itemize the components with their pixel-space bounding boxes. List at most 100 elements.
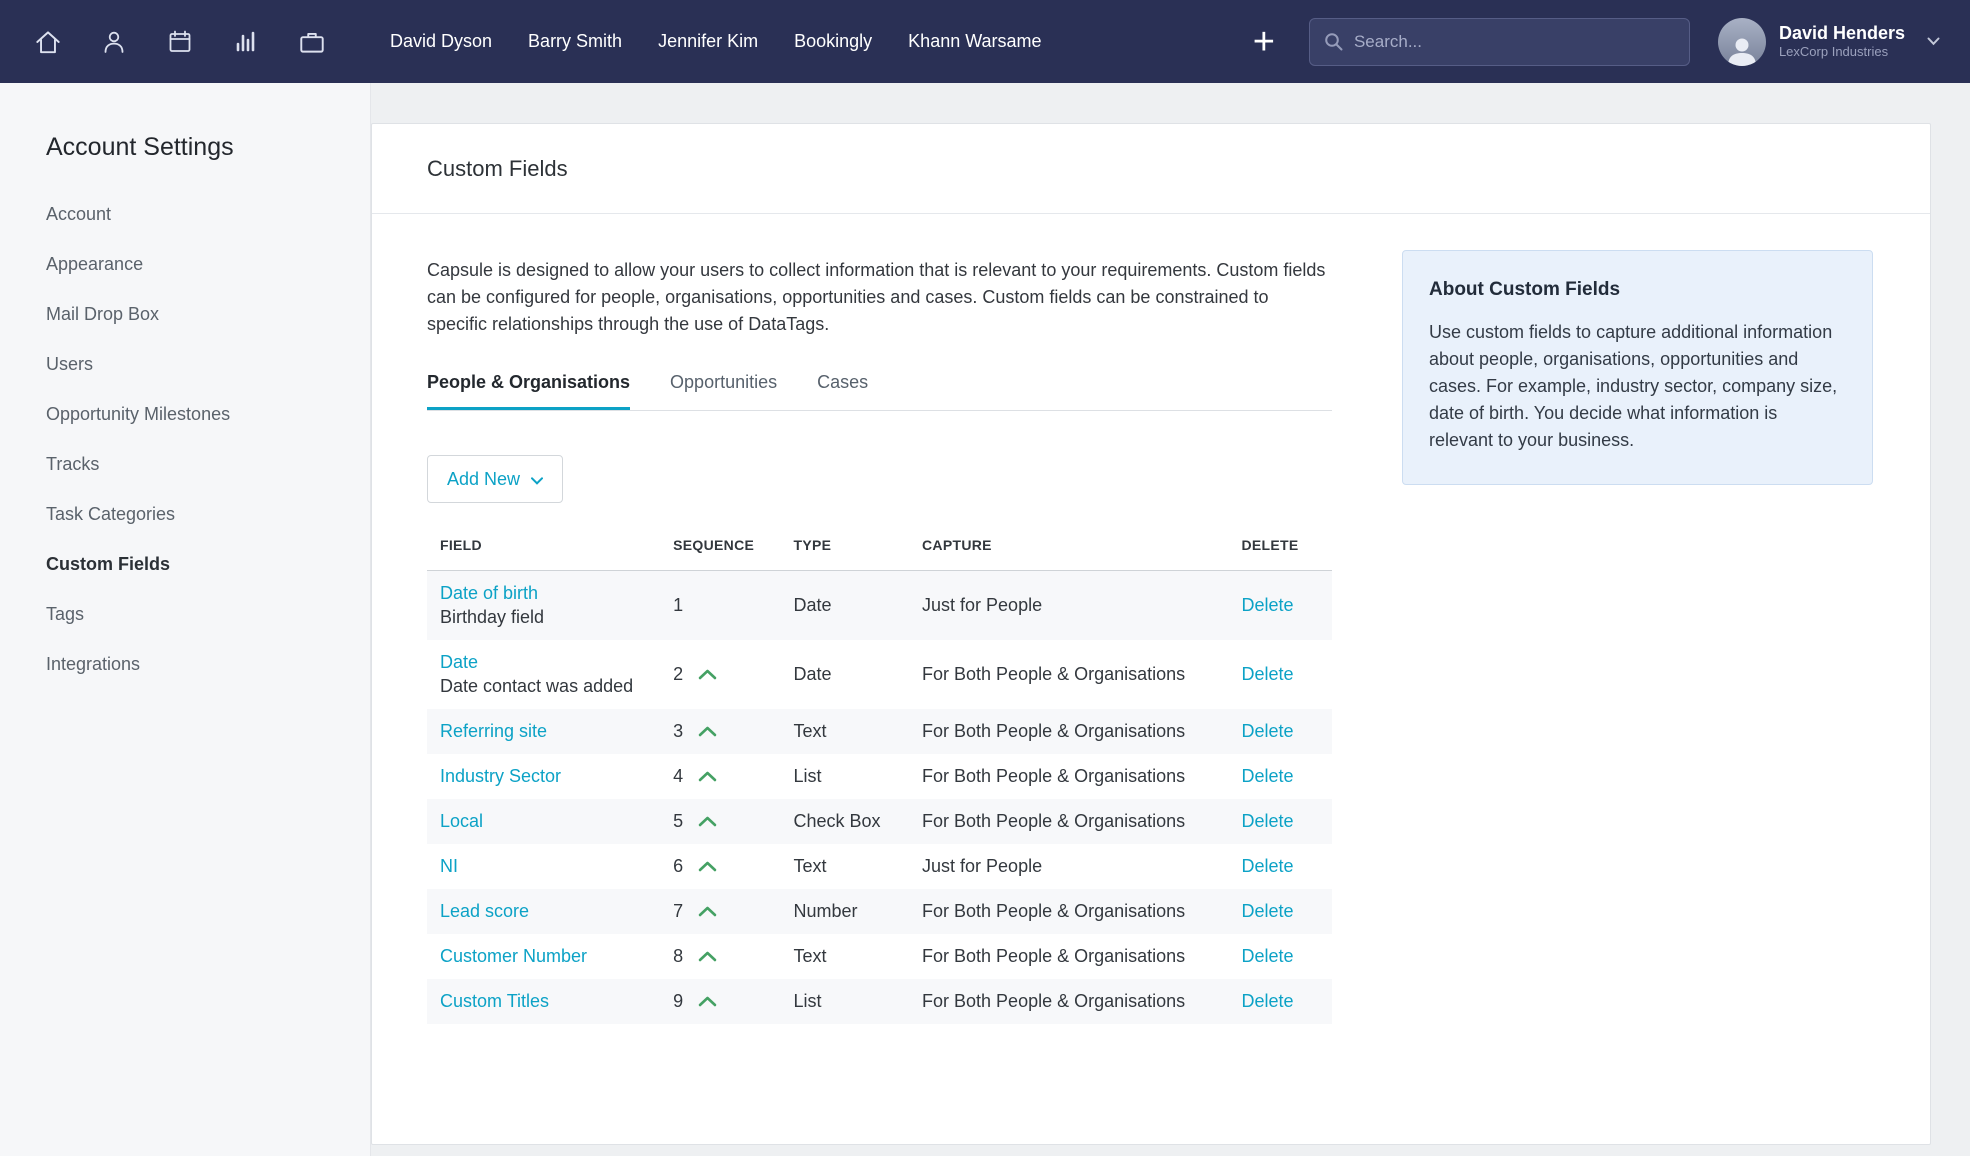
move-up-icon[interactable] <box>698 861 717 872</box>
type-cell: Date <box>794 664 923 685</box>
move-up-icon[interactable] <box>698 816 717 827</box>
navbar-link-david-dyson[interactable]: David Dyson <box>390 31 492 52</box>
table-row: Date of birthBirthday field1DateJust for… <box>427 571 1332 640</box>
user-menu[interactable]: David Henders LexCorp Industries <box>1718 18 1940 66</box>
capture-cell: For Both People & Organisations <box>922 721 1241 742</box>
delete-cell: Delete <box>1241 991 1332 1012</box>
table-row: Customer Number8TextFor Both People & Or… <box>427 934 1332 979</box>
sidebar: Account Settings Account Appearance Mail D… <box>0 83 371 1156</box>
tab-people-organisations[interactable]: People & Organisations <box>427 372 630 410</box>
field-cell: Customer Number <box>427 946 673 967</box>
delete-link[interactable]: Delete <box>1241 946 1293 966</box>
sidebar-item-opportunity-milestones[interactable]: Opportunity Milestones <box>46 404 350 424</box>
chevron-down-icon <box>531 469 543 490</box>
search-input[interactable] <box>1354 32 1675 52</box>
delete-cell: Delete <box>1241 664 1332 685</box>
people-icon[interactable] <box>96 24 132 60</box>
delete-link[interactable]: Delete <box>1241 721 1293 741</box>
move-up-icon[interactable] <box>698 906 717 917</box>
sequence-cell: 3 <box>673 721 793 742</box>
table-row: Local5Check BoxFor Both People & Organis… <box>427 799 1332 844</box>
capture-cell: Just for People <box>922 595 1241 616</box>
column-header: SEQUENCE <box>673 537 793 553</box>
navbar-link-khann-warsame[interactable]: Khann Warsame <box>908 31 1041 52</box>
sequence-cell: 9 <box>673 991 793 1012</box>
capture-cell: For Both People & Organisations <box>922 664 1241 685</box>
main-area: Custom Fields Capsule is designed to all… <box>371 83 1970 1156</box>
move-up-icon[interactable] <box>698 996 717 1007</box>
field-link[interactable]: Date of birth <box>440 583 538 604</box>
sidebar-nav: Account Appearance Mail Drop Box Users Oppor… <box>46 204 350 674</box>
chart-icon[interactable] <box>228 24 264 60</box>
delete-cell: Delete <box>1241 946 1332 967</box>
field-link[interactable]: Local <box>440 811 483 832</box>
field-description: Birthday field <box>440 607 673 628</box>
tab-cases[interactable]: Cases <box>817 372 868 410</box>
top-navbar: David Dyson Barry Smith Jennifer Kim Bookin… <box>0 0 1970 83</box>
move-up-icon[interactable] <box>698 771 717 782</box>
custom-fields-table: FIELDSEQUENCETYPECAPTUREDELETE Date of b… <box>427 537 1332 1024</box>
sidebar-item-appearance[interactable]: Appearance <box>46 254 350 274</box>
field-cell: Custom Titles <box>427 991 673 1012</box>
sidebar-item-integrations[interactable]: Integrations <box>46 654 350 674</box>
field-link[interactable]: Customer Number <box>440 946 587 967</box>
sidebar-item-users[interactable]: Users <box>46 354 350 374</box>
move-up-icon[interactable] <box>698 669 717 680</box>
sidebar-item-tags[interactable]: Tags <box>46 604 350 624</box>
about-panel: About Custom Fields Use custom fields to… <box>1402 250 1873 485</box>
navbar-link-jennifer-kim[interactable]: Jennifer Kim <box>658 31 758 52</box>
navbar-link-bookingly[interactable]: Bookingly <box>794 31 872 52</box>
type-cell: Check Box <box>794 811 923 832</box>
sequence-cell: 7 <box>673 901 793 922</box>
delete-link[interactable]: Delete <box>1241 664 1293 684</box>
field-link[interactable]: NI <box>440 856 458 877</box>
card-header: Custom Fields <box>372 124 1930 214</box>
delete-cell: Delete <box>1241 856 1332 877</box>
sidebar-title: Account Settings <box>46 133 350 162</box>
user-text: David Henders LexCorp Industries <box>1779 23 1905 60</box>
delete-cell: Delete <box>1241 595 1332 616</box>
navbar-links: David Dyson Barry Smith Jennifer Kim Bookin… <box>390 31 1042 52</box>
delete-link[interactable]: Delete <box>1241 991 1293 1011</box>
type-cell: Number <box>794 901 923 922</box>
table-row: NI6TextJust for PeopleDelete <box>427 844 1332 889</box>
field-link[interactable]: Custom Titles <box>440 991 549 1012</box>
table-body: Date of birthBirthday field1DateJust for… <box>427 571 1332 1024</box>
calendar-icon[interactable] <box>162 24 198 60</box>
move-up-icon[interactable] <box>698 726 717 737</box>
field-link[interactable]: Industry Sector <box>440 766 561 787</box>
delete-cell: Delete <box>1241 901 1332 922</box>
capture-cell: Just for People <box>922 856 1241 877</box>
search-box[interactable] <box>1309 18 1690 66</box>
sidebar-item-account[interactable]: Account <box>46 204 350 224</box>
briefcase-icon[interactable] <box>294 24 330 60</box>
field-link[interactable]: Date <box>440 652 478 673</box>
sequence-cell: 6 <box>673 856 793 877</box>
field-cell: Referring site <box>427 721 673 742</box>
delete-link[interactable]: Delete <box>1241 595 1293 615</box>
add-button[interactable]: + <box>1253 23 1275 61</box>
delete-link[interactable]: Delete <box>1241 856 1293 876</box>
delete-link[interactable]: Delete <box>1241 766 1293 786</box>
navbar-icons <box>30 24 330 60</box>
field-cell: NI <box>427 856 673 877</box>
sidebar-item-task-categories[interactable]: Task Categories <box>46 504 350 524</box>
tab-opportunities[interactable]: Opportunities <box>670 372 777 410</box>
home-icon[interactable] <box>30 24 66 60</box>
sidebar-item-custom-fields[interactable]: Custom Fields <box>46 554 350 574</box>
chevron-down-icon[interactable] <box>1927 37 1940 46</box>
move-up-icon[interactable] <box>698 951 717 962</box>
add-new-button[interactable]: Add New <box>427 455 563 503</box>
capture-cell: For Both People & Organisations <box>922 991 1241 1012</box>
table-row: DateDate contact was added2DateFor Both … <box>427 640 1332 709</box>
sidebar-item-tracks[interactable]: Tracks <box>46 454 350 474</box>
column-header: TYPE <box>794 537 923 553</box>
delete-link[interactable]: Delete <box>1241 811 1293 831</box>
table-row: Custom Titles9ListFor Both People & Orga… <box>427 979 1332 1024</box>
navbar-link-barry-smith[interactable]: Barry Smith <box>528 31 622 52</box>
column-header: CAPTURE <box>922 537 1241 553</box>
delete-link[interactable]: Delete <box>1241 901 1293 921</box>
field-link[interactable]: Lead score <box>440 901 529 922</box>
sidebar-item-mail-drop-box[interactable]: Mail Drop Box <box>46 304 350 324</box>
field-link[interactable]: Referring site <box>440 721 547 742</box>
